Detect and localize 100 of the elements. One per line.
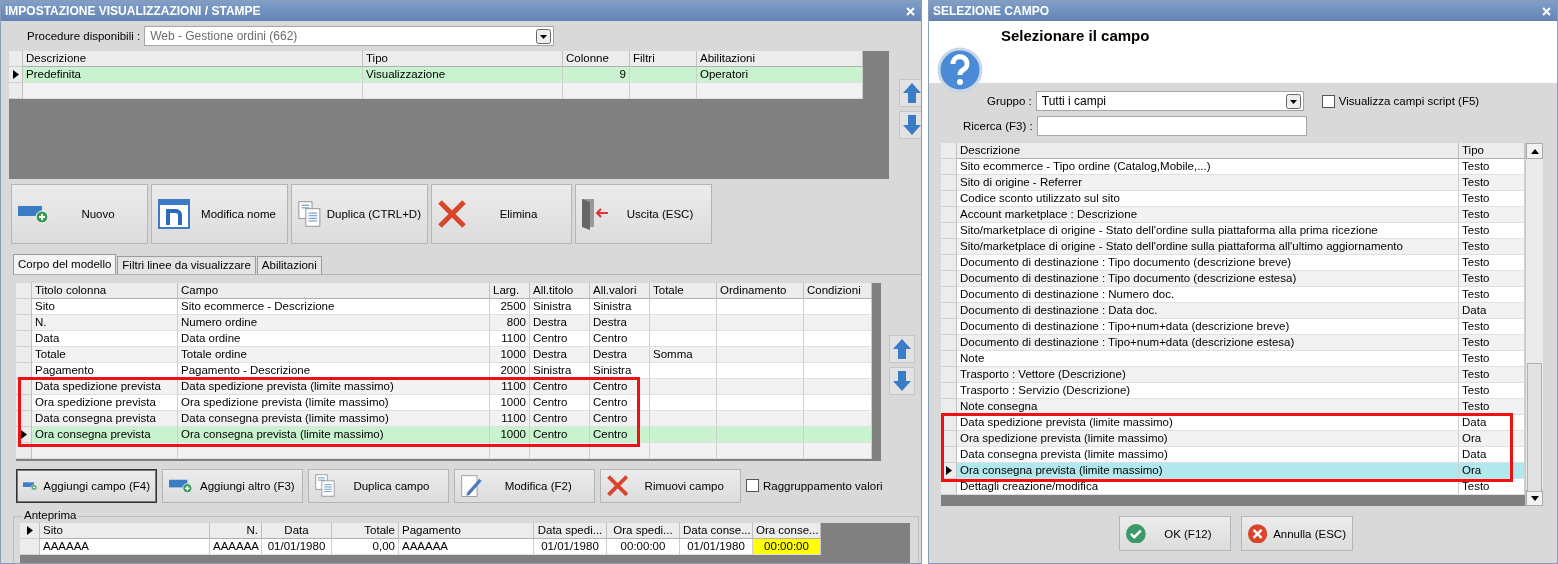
column-header[interactable]: Descrizione [23, 51, 363, 67]
column-header[interactable]: Pagamento [399, 523, 534, 539]
tab[interactable]: Corpo del modello [13, 253, 117, 274]
table-cell: Operatori [697, 67, 863, 83]
dialog-heading: Selezionare il campo [1001, 27, 1150, 44]
column-header[interactable]: Larg. [490, 282, 530, 299]
field-name[interactable]: Documento di destinazione : Data doc. [957, 303, 1459, 319]
field-name[interactable]: Ora consegna prevista (limite massimo) [957, 463, 1459, 479]
door-arrow-icon [582, 198, 609, 230]
toolbar-button[interactable]: Nuovo [11, 184, 148, 244]
column-header[interactable]: Ordinamento [717, 282, 804, 299]
field-name[interactable]: Sito/marketplace di origine - Stato dell'ordine sulla piattaforma alla prima ricezione [957, 223, 1459, 239]
search-field[interactable] [1036, 116, 1307, 136]
field-type: Testo [1459, 335, 1525, 351]
column-header[interactable]: Totale [332, 523, 399, 539]
search-label: Ricerca (F3) : [963, 120, 1033, 132]
toolbar-button[interactable]: Elimina [431, 184, 572, 244]
move-down-button[interactable] [899, 111, 921, 139]
field-name[interactable]: Data consegna prevista (limite massimo) [957, 447, 1459, 463]
row-selector[interactable] [9, 67, 23, 83]
column-header[interactable]: Totale [650, 282, 717, 299]
row-pointer-icon [20, 429, 27, 439]
row-pointer-icon [26, 526, 33, 535]
field-button[interactable]: Duplica campo [308, 468, 449, 503]
checkbox[interactable] [1321, 94, 1335, 108]
toolbar-button[interactable]: Uscita (ESC) [575, 184, 712, 244]
column-header[interactable]: All.titolo [530, 282, 590, 299]
field-name[interactable]: Sito/marketplace di origine - Stato dell'ordine sulla piattaforma all'ultimo aggiornamento [957, 239, 1459, 255]
field-type: Testo [1459, 191, 1525, 207]
field-name[interactable]: Codice sconto utilizzato sul sito [957, 191, 1459, 207]
scroll-down-button[interactable] [1526, 490, 1543, 506]
column-header[interactable]: Ora spedi... [607, 523, 680, 539]
field-button[interactable]: Aggiungi campo (F4) [16, 468, 157, 503]
column-header[interactable]: Tipo [1459, 143, 1525, 159]
window-title: IMPOSTAZIONE VISUALIZZAZIONI / STAMPE [5, 4, 261, 18]
pages-icon [298, 199, 321, 229]
dialog-button[interactable]: OK (F12) [1119, 516, 1231, 551]
column-header[interactable]: Sito [40, 523, 210, 539]
field-name[interactable]: Account marketplace : Descrizione [957, 207, 1459, 223]
column-header[interactable]: Abilitazioni [697, 51, 863, 67]
field-type: Testo [1459, 271, 1525, 287]
close-button[interactable] [1539, 4, 1553, 18]
column-header[interactable]: Titolo colonna [32, 282, 178, 299]
field-name[interactable]: Note [957, 351, 1459, 367]
column-header[interactable]: Data [262, 523, 332, 539]
field-name[interactable]: Documento di destinazione : Numero doc. [957, 287, 1459, 303]
scroll-up-button[interactable] [1526, 143, 1543, 159]
field-name[interactable]: Sito di origine - Referrer [957, 175, 1459, 191]
field-button[interactable]: Aggiungi altro (F3) [162, 468, 303, 503]
column-header[interactable]: All.valori [590, 282, 650, 299]
field-type: Testo [1459, 175, 1525, 191]
cross-circle-icon [1248, 523, 1268, 544]
tab[interactable]: Abilitazioni [256, 255, 322, 274]
column-header[interactable]: Condizioni [804, 282, 872, 299]
field-name[interactable]: Documento di destinazione : Tipo+num+data (descrizione breve) [957, 319, 1459, 335]
group-dropdown[interactable]: Tutti i campi [1035, 91, 1304, 111]
scrollbar[interactable] [1525, 143, 1543, 506]
checkbox[interactable] [746, 479, 759, 493]
checkbox-label: Raggruppamento valori [763, 479, 883, 492]
column-header[interactable]: N. [210, 523, 262, 539]
column-header[interactable]: Data conse... [680, 523, 753, 539]
column-header[interactable]: Tipo [363, 51, 563, 67]
add-bar-icon [18, 204, 49, 224]
field-name[interactable]: Ora spedizione prevista (limite massimo) [957, 431, 1459, 447]
field-button[interactable]: Rimuovi campo [600, 468, 741, 503]
procedure-dropdown[interactable]: Web - Gestione ordini (662) [144, 26, 555, 46]
field-name[interactable]: Sito ecommerce - Tipo ordine (Catalog,Mobile,...) [957, 159, 1459, 175]
dialog-button[interactable]: Annulla (ESC) [1241, 516, 1353, 551]
close-button[interactable] [903, 4, 917, 18]
add-bar-icon [169, 478, 193, 494]
column-header[interactable]: Descrizione [957, 143, 1459, 159]
move-down-button[interactable] [889, 366, 915, 395]
field-type: Data [1459, 303, 1525, 319]
column-header[interactable]: Colonne [563, 51, 630, 67]
row-selector[interactable] [20, 523, 40, 539]
field-name[interactable]: Trasporto : Vettore (Descrizione) [957, 367, 1459, 383]
toolbar-button[interactable]: Duplica (CTRL+D) [291, 184, 428, 244]
check-circle-icon [1126, 523, 1146, 544]
row-pointer-icon [12, 70, 19, 79]
move-up-button[interactable] [889, 334, 915, 363]
table-cell: 00:00:00 [607, 539, 680, 555]
cross-icon [607, 475, 629, 497]
up-triangle-icon [1530, 148, 1539, 154]
column-header[interactable]: Data spedi... [534, 523, 607, 539]
scroll-thumb[interactable] [1527, 363, 1542, 492]
column-header[interactable]: Ora conse... [753, 523, 821, 539]
tab[interactable]: Filtri linee da visualizzare [117, 255, 256, 274]
up-arrow-icon [892, 337, 912, 360]
table-cell [630, 83, 697, 99]
column-header[interactable]: Filtri [630, 51, 697, 67]
toolbar-button[interactable]: Modifica nome [151, 184, 288, 244]
field-button[interactable]: Modifica (F2) [454, 468, 595, 503]
field-name[interactable]: Documento di destinazione : Tipo+num+data (descrizione estesa) [957, 335, 1459, 351]
field-name[interactable]: Documento di destinazione : Tipo documento (descrizione breve) [957, 255, 1459, 271]
field-type: Testo [1459, 255, 1525, 271]
column-header[interactable]: Campo [178, 282, 490, 299]
window-n-icon [158, 199, 190, 229]
field-name[interactable]: Documento di destinazione : Tipo documento (descrizione estesa) [957, 271, 1459, 287]
move-up-button[interactable] [899, 79, 921, 107]
field-name[interactable]: Trasporto : Servizio (Descrizione) [957, 383, 1459, 399]
